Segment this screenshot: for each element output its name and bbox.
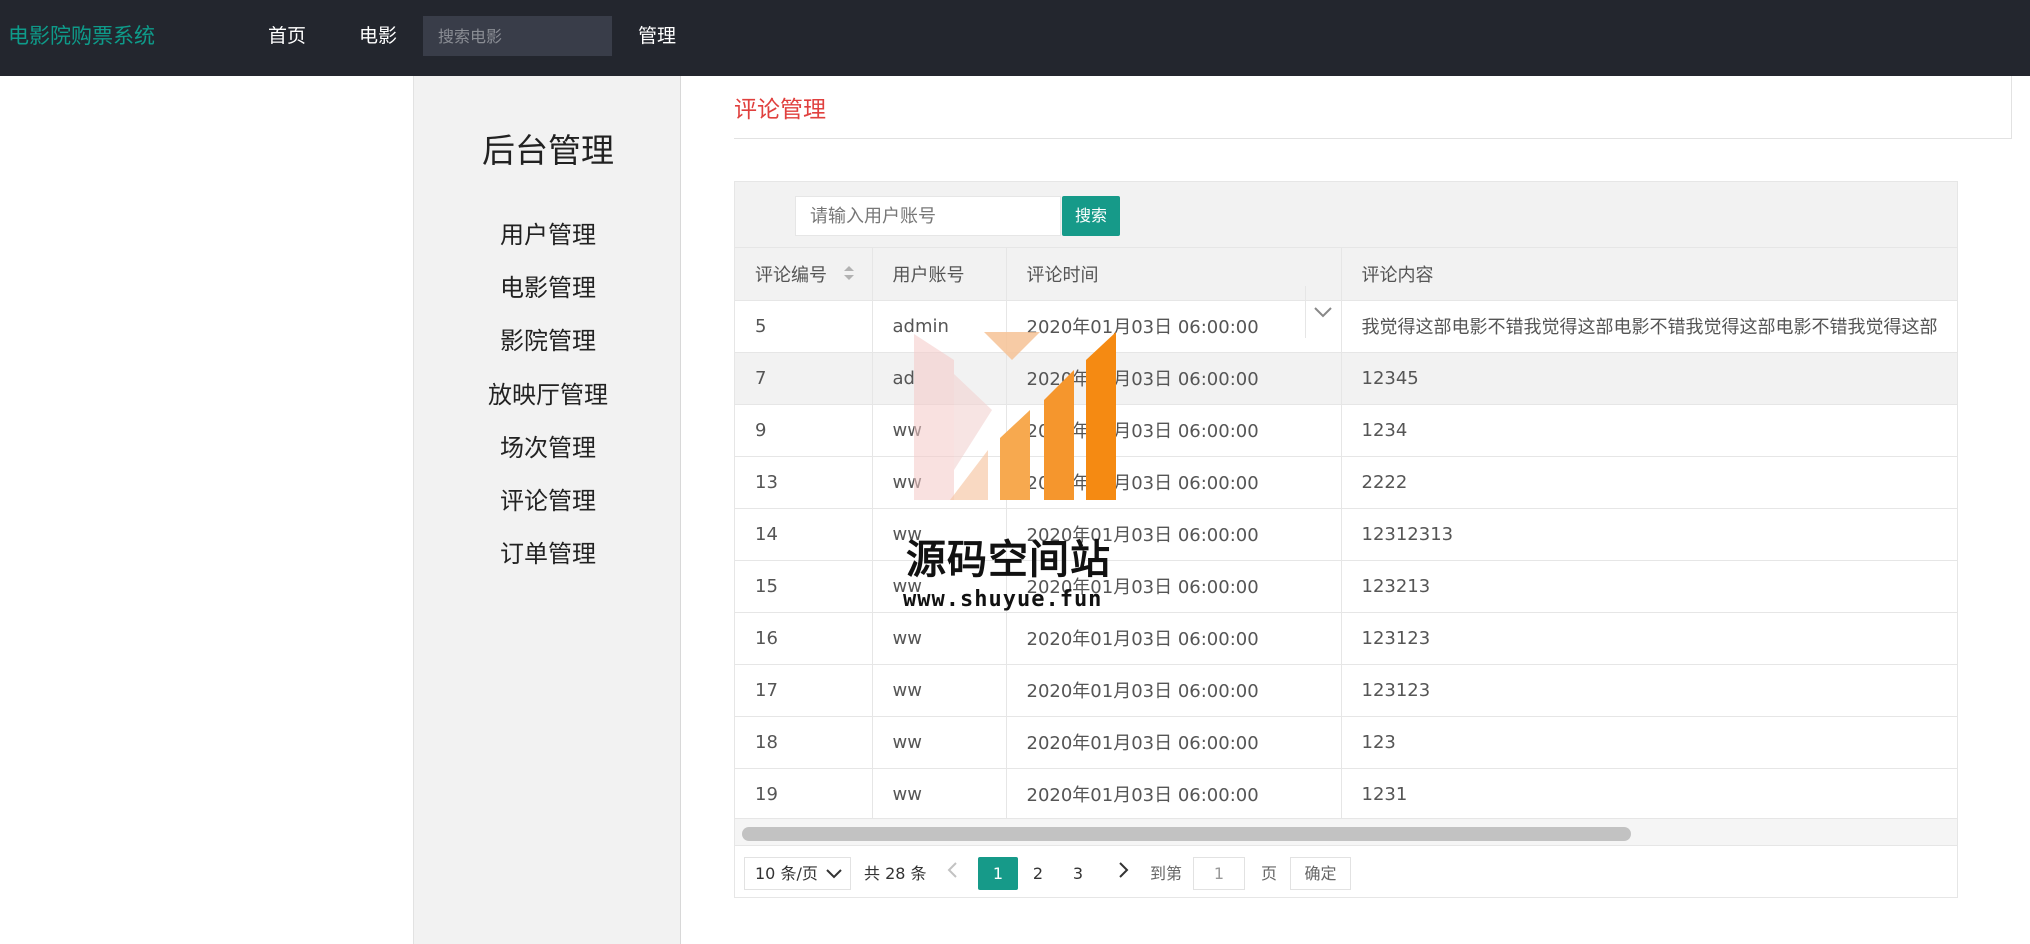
chevron-right-icon bbox=[1119, 862, 1129, 878]
column-header-user-account[interactable]: 用户账号 bbox=[872, 248, 1007, 301]
cell-user-account: ww bbox=[872, 664, 1007, 717]
cell-comment-id: 14 bbox=[735, 508, 873, 561]
table-row[interactable]: 18 ww 2020年01月03日 06:00:00 123 bbox=[735, 716, 1958, 769]
sidebar-item-comments[interactable]: 评论管理 bbox=[414, 481, 682, 516]
table-toolbar: 搜索 bbox=[735, 182, 1957, 248]
table-row[interactable]: 19 ww 2020年01月03日 06:00:00 1231 bbox=[735, 768, 1958, 821]
cell-comment-time: 2020年01月03日 06:00:00 bbox=[1006, 716, 1342, 769]
content-right-border bbox=[2011, 76, 2012, 139]
goto-page-input[interactable] bbox=[1193, 857, 1245, 890]
sidebar-item-cinemas[interactable]: 影院管理 bbox=[414, 321, 682, 356]
top-nav: 电影院购票系统 首页 电影 管理 bbox=[0, 0, 2030, 76]
sidebar-item-sessions[interactable]: 场次管理 bbox=[414, 428, 682, 463]
cell-comment-content: 123 bbox=[1341, 716, 1958, 769]
chevron-left-icon bbox=[947, 862, 957, 878]
cell-comment-content: 12312313 bbox=[1341, 508, 1958, 561]
page-button-2[interactable]: 2 bbox=[1018, 857, 1058, 890]
cell-comment-content: 我觉得这部电影不错我觉得这部电影不错我觉得这部电影不错我觉得这部 bbox=[1341, 300, 1958, 353]
cell-expand-button[interactable] bbox=[1305, 286, 1339, 338]
cell-comment-id: 16 bbox=[735, 612, 873, 665]
cell-comment-id: 15 bbox=[735, 560, 873, 613]
cell-comment-id: 13 bbox=[735, 456, 873, 509]
column-header-label: 评论编号 bbox=[755, 264, 827, 286]
chevron-down-icon bbox=[826, 869, 842, 879]
admin-sidebar: 后台管理 用户管理 电影管理 影院管理 放映厅管理 场次管理 评论管理 订单管理 bbox=[413, 76, 681, 944]
nav-movie[interactable]: 电影 bbox=[359, 0, 397, 72]
scrollbar-thumb[interactable] bbox=[742, 827, 1631, 841]
page-title: 评论管理 bbox=[734, 97, 826, 123]
goto-confirm-button[interactable]: 确定 bbox=[1290, 857, 1351, 890]
sidebar-title: 后台管理 bbox=[482, 131, 614, 170]
cell-user-account: ww bbox=[872, 716, 1007, 769]
cell-comment-id: 5 bbox=[735, 300, 873, 353]
brand-logo[interactable]: 电影院购票系统 bbox=[8, 0, 155, 72]
cell-comment-id: 9 bbox=[735, 404, 873, 457]
page-size-select[interactable]: 10 条/页 bbox=[744, 857, 851, 890]
cell-comment-content: 2222 bbox=[1341, 456, 1958, 509]
cell-comment-content: 1231 bbox=[1341, 768, 1958, 821]
table-header-row: 评论编号 用户账号 评论时间 评论内容 bbox=[735, 248, 1958, 301]
page-button-1[interactable]: 1 bbox=[978, 857, 1018, 890]
cell-comment-content: 1234 bbox=[1341, 404, 1958, 457]
pagination: 10 条/页 共 28 条 1 2 3 到第 页 确定 bbox=[735, 847, 1957, 897]
sort-icon[interactable] bbox=[843, 264, 855, 287]
horizontal-scrollbar[interactable] bbox=[735, 818, 1957, 846]
cell-comment-time: 2020年01月03日 06:00:00 bbox=[1006, 664, 1342, 717]
user-account-search-input[interactable] bbox=[795, 196, 1061, 236]
cell-user-account: ww bbox=[872, 768, 1007, 821]
sidebar-item-halls[interactable]: 放映厅管理 bbox=[414, 375, 682, 410]
column-header-comment-id[interactable]: 评论编号 bbox=[735, 248, 873, 301]
cell-comment-content: 123213 bbox=[1341, 560, 1958, 613]
sidebar-item-orders[interactable]: 订单管理 bbox=[414, 534, 682, 569]
cell-comment-id: 19 bbox=[735, 768, 873, 821]
next-page-button[interactable] bbox=[1103, 857, 1143, 890]
title-divider bbox=[734, 138, 2012, 139]
cell-comment-id: 17 bbox=[735, 664, 873, 717]
nav-home[interactable]: 首页 bbox=[268, 0, 306, 72]
cell-comment-content: 123123 bbox=[1341, 612, 1958, 665]
table-row[interactable]: 17 ww 2020年01月03日 06:00:00 123123 bbox=[735, 664, 1958, 717]
cell-comment-time: 2020年01月03日 06:00:00 bbox=[1006, 768, 1342, 821]
cell-comment-content: 12345 bbox=[1341, 352, 1958, 405]
page-button-3[interactable]: 3 bbox=[1058, 857, 1098, 890]
total-count: 共 28 条 bbox=[864, 864, 927, 883]
page-size-value: 10 条/页 bbox=[755, 864, 818, 883]
cell-comment-id: 18 bbox=[735, 716, 873, 769]
nav-admin[interactable]: 管理 bbox=[638, 0, 676, 72]
cell-comment-id: 7 bbox=[735, 352, 873, 405]
movie-search-input[interactable] bbox=[423, 16, 612, 56]
cell-comment-content: 123123 bbox=[1341, 664, 1958, 717]
sidebar-item-users[interactable]: 用户管理 bbox=[414, 215, 682, 250]
chevron-down-icon bbox=[1314, 307, 1332, 318]
watermark-logo bbox=[914, 332, 1116, 500]
cell-comment-time: 2020年01月03日 06:00:00 bbox=[1006, 612, 1342, 665]
search-button[interactable]: 搜索 bbox=[1062, 196, 1120, 236]
watermark-url: www.shuyue.fun bbox=[903, 587, 1103, 612]
sidebar-item-movies[interactable]: 电影管理 bbox=[414, 268, 682, 303]
column-header-comment-content[interactable]: 评论内容 bbox=[1341, 248, 1958, 301]
cell-user-account: ww bbox=[872, 612, 1007, 665]
table-row[interactable]: 16 ww 2020年01月03日 06:00:00 123123 bbox=[735, 612, 1958, 665]
prev-page-button[interactable] bbox=[933, 857, 973, 890]
watermark-title: 源码空间站 bbox=[906, 537, 1111, 583]
column-header-comment-time[interactable]: 评论时间 bbox=[1006, 248, 1342, 301]
goto-label: 到第 bbox=[1150, 864, 1183, 883]
page-unit-label: 页 bbox=[1261, 864, 1278, 883]
